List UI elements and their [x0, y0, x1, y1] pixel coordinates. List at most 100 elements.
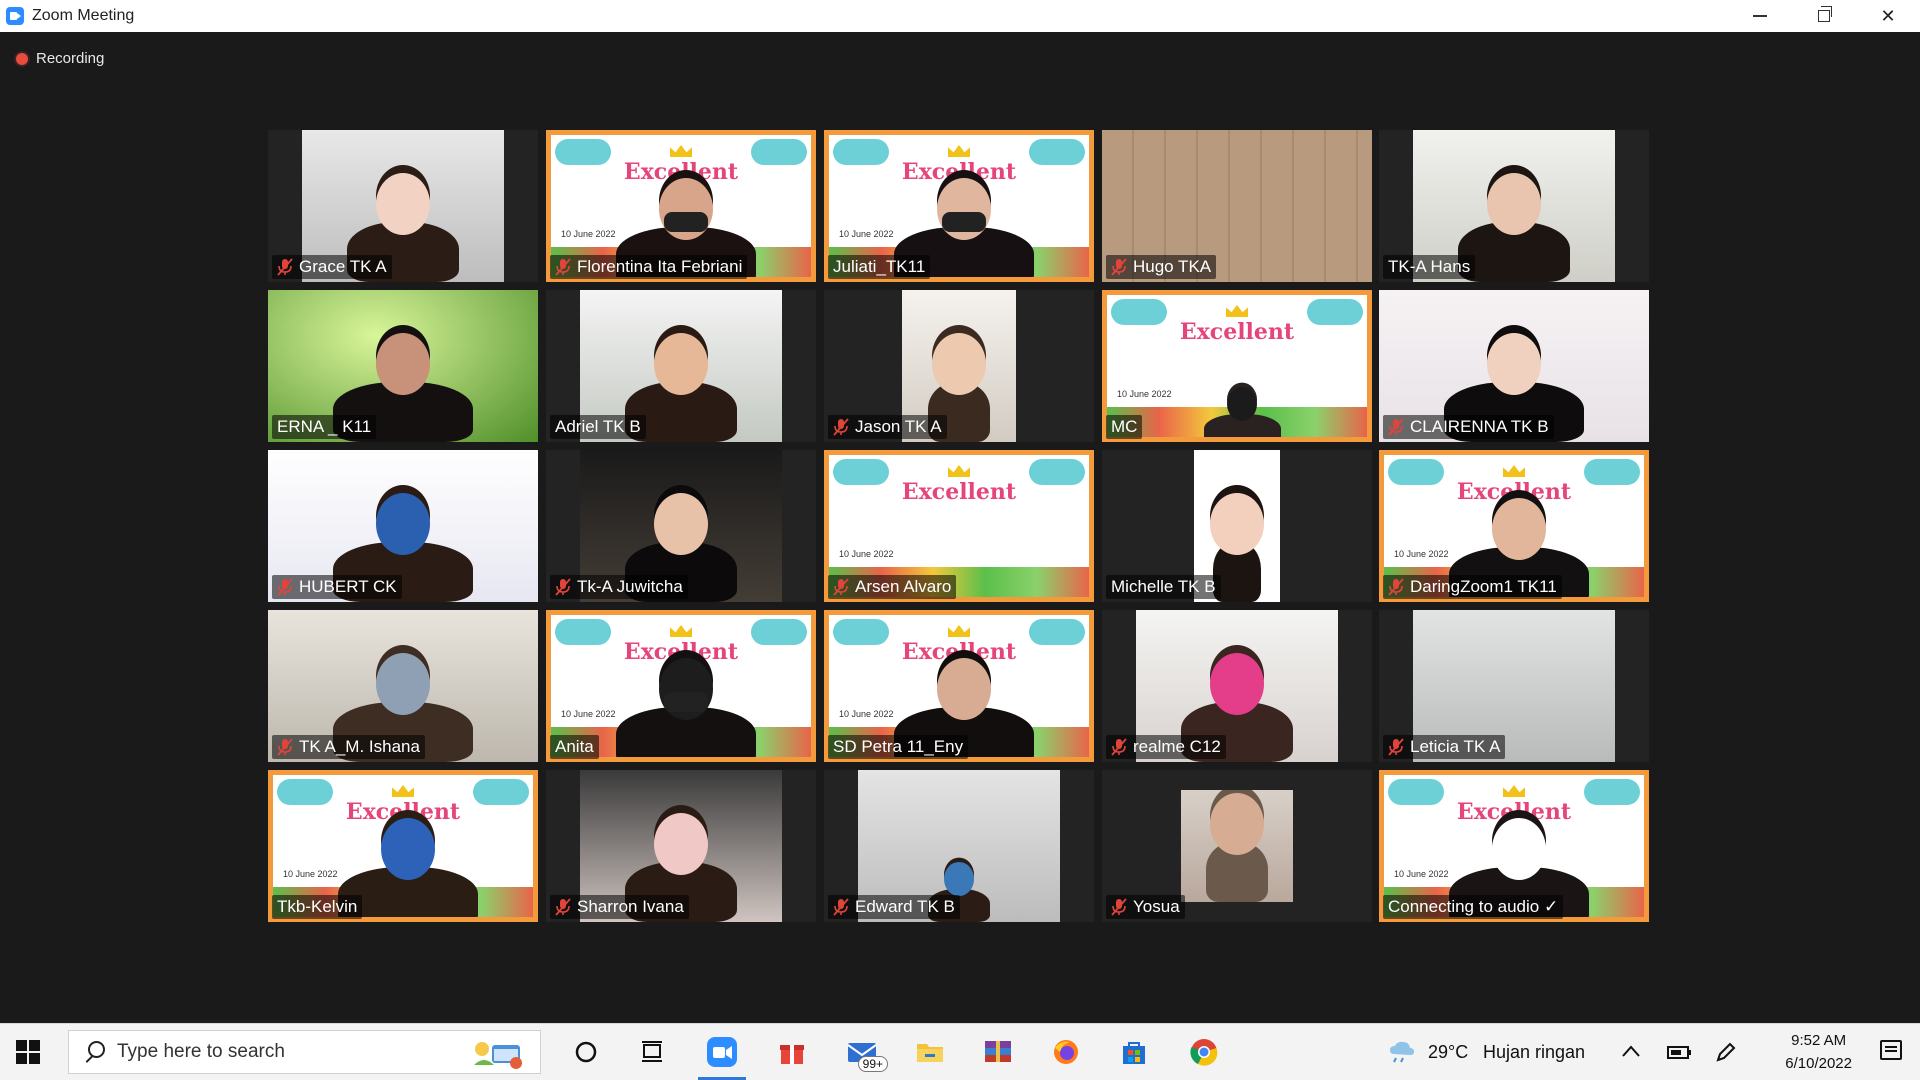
mic-muted-icon [1111, 258, 1127, 276]
participant-tile[interactable]: Excellent 10 June 2022 Anita [546, 610, 816, 762]
participant-name: Florentina Ita Febriani [577, 257, 743, 276]
participant-video [1181, 790, 1293, 902]
participant-name-tag: DaringZoom1 TK11 [1383, 575, 1562, 599]
clock-date: 6/10/2022 [1785, 1055, 1852, 1072]
recording-indicator[interactable]: Recording [16, 50, 104, 67]
participant-tile[interactable]: Excellent 10 June 2022 Tkb-Kelvin [268, 770, 538, 922]
mic-muted-icon [1388, 418, 1404, 436]
participant-name: Michelle TK B [1111, 577, 1216, 596]
mic-muted-icon [833, 898, 849, 916]
participant-name: Grace TK A [299, 257, 387, 276]
participant-tile[interactable]: Michelle TK B [1102, 450, 1372, 602]
participant-tile[interactable]: Grace TK A [268, 130, 538, 282]
participant-tile[interactable]: Edward TK B [824, 770, 1094, 922]
chevron-up-icon[interactable] [1621, 1044, 1641, 1058]
participant-tile[interactable]: Excellent 10 June 2022 SD Petra 11_Eny [824, 610, 1094, 762]
banner-date: 10 June 2022 [839, 709, 894, 719]
mic-muted-icon [1111, 898, 1127, 916]
banner-date: 10 June 2022 [1394, 549, 1449, 559]
file-explorer-icon[interactable] [914, 1036, 946, 1068]
system-clock[interactable]: 9:52 AM 6/10/2022 [1785, 1029, 1852, 1075]
banner-brand: Excellent [1179, 319, 1295, 345]
participant-tile[interactable]: Excellent 10 June 2022 MC [1102, 290, 1372, 442]
store-icon[interactable] [1118, 1036, 1150, 1068]
participant-name-tag: ERNA _ K11 [272, 415, 377, 439]
participant-name-tag: Anita [550, 735, 599, 759]
mic-muted-icon [555, 578, 571, 596]
mail-badge: 99+ [857, 1056, 888, 1072]
participant-name-tag: MC [1106, 415, 1143, 439]
zoom-icon[interactable] [698, 1036, 746, 1080]
mic-muted-icon [1111, 738, 1127, 756]
participant-name: SD Petra 11_Eny [833, 737, 964, 756]
chrome-icon[interactable] [1188, 1036, 1220, 1068]
participant-tile[interactable]: HUBERT CK [268, 450, 538, 602]
gift-icon[interactable] [776, 1036, 808, 1068]
close-button[interactable]: ✕ [1856, 0, 1920, 32]
clock-time: 9:52 AM [1791, 1032, 1847, 1049]
gallery-view: Grace TK A Excellent 10 June 2022 Florentin… [268, 130, 1653, 923]
participant-tile[interactable]: Adriel TK B [546, 290, 816, 442]
weather-temperature[interactable]: 29°C [1428, 1042, 1468, 1063]
participant-tile[interactable]: Tk-A Juwitcha [546, 450, 816, 602]
search-highlight-icon [474, 1042, 522, 1069]
restore-button[interactable] [1792, 0, 1856, 32]
firefox-icon[interactable] [1050, 1036, 1082, 1068]
participant-name: Leticia TK A [1410, 737, 1501, 756]
participant-tile[interactable]: TK-A Hans [1379, 130, 1649, 282]
recording-label: Recording [36, 50, 105, 67]
minimize-icon [1753, 15, 1767, 17]
banner-date: 10 June 2022 [839, 229, 894, 239]
participant-tile[interactable]: Excellent 10 June 2022 Arsen Alvaro [824, 450, 1094, 602]
banner-date: 10 June 2022 [561, 229, 616, 239]
participant-tile[interactable]: Hugo TKA [1102, 130, 1372, 282]
participant-name: Anita [555, 737, 594, 756]
mail-icon[interactable]: 99+ [846, 1036, 888, 1072]
participant-name: Connecting to audio ✓ [1388, 897, 1559, 916]
banner-date: 10 June 2022 [283, 869, 338, 879]
mic-muted-icon [277, 258, 293, 276]
mic-muted-icon [277, 578, 293, 596]
mic-muted-icon [277, 738, 293, 756]
participant-tile[interactable]: TK A_M. Ishana [268, 610, 538, 762]
banner-date: 10 June 2022 [1117, 389, 1172, 399]
weather-description[interactable]: Hujan ringan [1483, 1042, 1585, 1063]
mic-muted-icon [833, 578, 849, 596]
banner-date: 10 June 2022 [1394, 869, 1449, 879]
participant-name-tag: Arsen Alvaro [828, 575, 957, 599]
participant-name-tag: TK-A Hans [1383, 255, 1476, 279]
participant-tile[interactable]: realme C12 [1102, 610, 1372, 762]
window-controls: ✕ [1728, 0, 1920, 32]
participant-name-tag: Edward TK B [828, 895, 960, 919]
notifications-icon[interactable] [1880, 1040, 1902, 1060]
battery-icon[interactable] [1664, 1042, 1692, 1062]
participant-tile[interactable]: Excellent 10 June 2022 Juliati_TK11 [824, 130, 1094, 282]
participant-name-tag: Hugo TKA [1106, 255, 1217, 279]
banner-brand: Excellent [901, 479, 1017, 505]
participant-tile[interactable]: Excellent 10 June 2022 DaringZoom1 TK11 [1379, 450, 1649, 602]
participant-name-tag: Yosua [1106, 895, 1185, 919]
pen-icon[interactable] [1714, 1040, 1738, 1064]
taskbar-search-box[interactable]: Type here to search [68, 1030, 541, 1074]
task-view-icon[interactable] [636, 1036, 668, 1068]
winrar-icon[interactable] [982, 1036, 1014, 1068]
windows-start-button[interactable] [16, 1040, 40, 1064]
participant-tile[interactable]: Excellent 10 June 2022 Connecting to audio… [1379, 770, 1649, 922]
participant-tile[interactable]: Sharron Ivana [546, 770, 816, 922]
participant-tile[interactable]: Excellent 10 June 2022 Florentina Ita Febr… [546, 130, 816, 282]
participant-name-tag: Tkb-Kelvin [272, 895, 363, 919]
participant-tile[interactable]: Leticia TK A [1379, 610, 1649, 762]
minimize-button[interactable] [1728, 0, 1792, 32]
participant-tile[interactable]: ERNA _ K11 [268, 290, 538, 442]
participant-tile[interactable]: CLAIRENNA TK B [1379, 290, 1649, 442]
mic-muted-icon [555, 258, 571, 276]
participant-name-tag: Jason TK A [828, 415, 947, 439]
participant-video: Excellent 10 June 2022 [1102, 290, 1372, 442]
participant-name-tag: Sharron Ivana [550, 895, 689, 919]
participant-tile[interactable]: Yosua [1102, 770, 1372, 922]
participant-name-tag: TK A_M. Ishana [272, 735, 425, 759]
cortana-icon[interactable] [570, 1036, 602, 1068]
participant-name: CLAIRENNA TK B [1410, 417, 1549, 436]
weather-rain-icon [1390, 1041, 1414, 1063]
participant-tile[interactable]: Jason TK A [824, 290, 1094, 442]
